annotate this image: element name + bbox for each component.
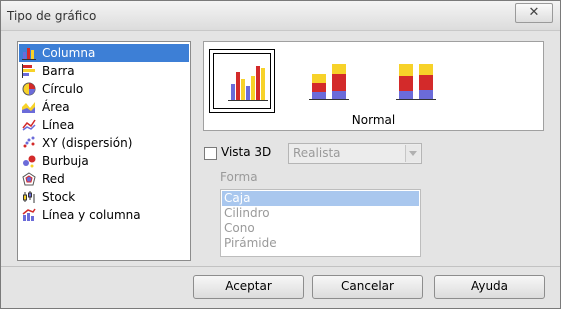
chevron-down-icon[interactable] [405, 145, 420, 162]
variant-percent-stacked[interactable] [383, 49, 447, 111]
area-chart-icon [22, 100, 36, 114]
chart-type-label: Stock [42, 190, 76, 204]
chart-type-label: Línea [42, 118, 75, 132]
stacked-column-preview-icon [309, 64, 349, 100]
chart-type-item-area[interactable]: Área [19, 98, 189, 116]
scheme-select[interactable]: Realista [288, 143, 422, 164]
chart-type-label: Círculo [42, 82, 84, 96]
normal-column-preview-icon [228, 66, 268, 101]
shape-item-cono[interactable]: Cono [224, 221, 417, 236]
chart-type-label: XY (dispersión) [42, 136, 133, 150]
shape-item-caja[interactable]: Caja [222, 191, 419, 206]
chart-type-label: Burbuja [42, 154, 89, 168]
stock-chart-icon [22, 190, 36, 204]
ok-button[interactable]: Aceptar [193, 275, 304, 299]
shape-label: Forma [220, 170, 258, 184]
shape-item-piramide[interactable]: Pirámide [224, 236, 417, 251]
chart-type-item-stock[interactable]: Stock [19, 188, 189, 206]
view-3d-label: Vista 3D [221, 145, 272, 159]
variant-normal[interactable] [209, 49, 275, 113]
chart-type-label: Área [42, 100, 70, 114]
cancel-button[interactable]: Cancelar [312, 275, 423, 299]
close-icon: ✕ [528, 5, 540, 20]
chart-type-list[interactable]: Columna Barra Círculo Área Línea XY (dis… [17, 41, 191, 261]
chart-type-item-burbuja[interactable]: Burbuja [19, 152, 189, 170]
chart-type-label: Línea y columna [42, 208, 141, 222]
chart-variants-panel: Normal [203, 41, 544, 131]
chart-type-dialog: Tipo de gráfico ✕ Columna Barra Círculo [0, 0, 561, 309]
bubble-chart-icon [22, 154, 36, 168]
title-bar: Tipo de gráfico ✕ [1, 1, 560, 31]
line-chart-icon [22, 118, 36, 132]
scatter-chart-icon [22, 136, 36, 150]
chart-type-item-barra[interactable]: Barra [19, 62, 189, 80]
chart-type-item-columna[interactable]: Columna [19, 44, 189, 62]
chart-type-label: Barra [42, 64, 75, 78]
shape-list[interactable]: Caja Cilindro Cono Pirámide [220, 189, 421, 257]
bar-chart-icon [22, 64, 36, 78]
variant-name-label: Normal [351, 113, 396, 127]
dialog-title: Tipo de gráfico [7, 9, 97, 23]
column-chart-icon [22, 46, 36, 60]
chart-type-label: Red [42, 172, 65, 186]
help-button[interactable]: Ayuda [434, 275, 545, 299]
close-button[interactable]: ✕ [515, 3, 553, 23]
variant-stacked[interactable] [296, 49, 360, 111]
chart-type-item-red[interactable]: Red [19, 170, 189, 188]
chart-type-item-circulo[interactable]: Círculo [19, 80, 189, 98]
net-chart-icon [22, 172, 36, 186]
column-line-chart-icon [22, 208, 36, 222]
chart-type-item-linea[interactable]: Línea [19, 116, 189, 134]
button-divider [1, 266, 560, 267]
scheme-select-value: Realista [293, 146, 341, 160]
view-3d-checkbox[interactable] [204, 147, 217, 160]
shape-item-cilindro[interactable]: Cilindro [224, 206, 417, 221]
chart-type-item-xy[interactable]: XY (dispersión) [19, 134, 189, 152]
percent-stacked-column-preview-icon [396, 64, 436, 100]
chart-type-item-linea-columna[interactable]: Línea y columna [19, 206, 189, 224]
chart-type-label: Columna [42, 46, 96, 60]
pie-chart-icon [22, 82, 36, 96]
